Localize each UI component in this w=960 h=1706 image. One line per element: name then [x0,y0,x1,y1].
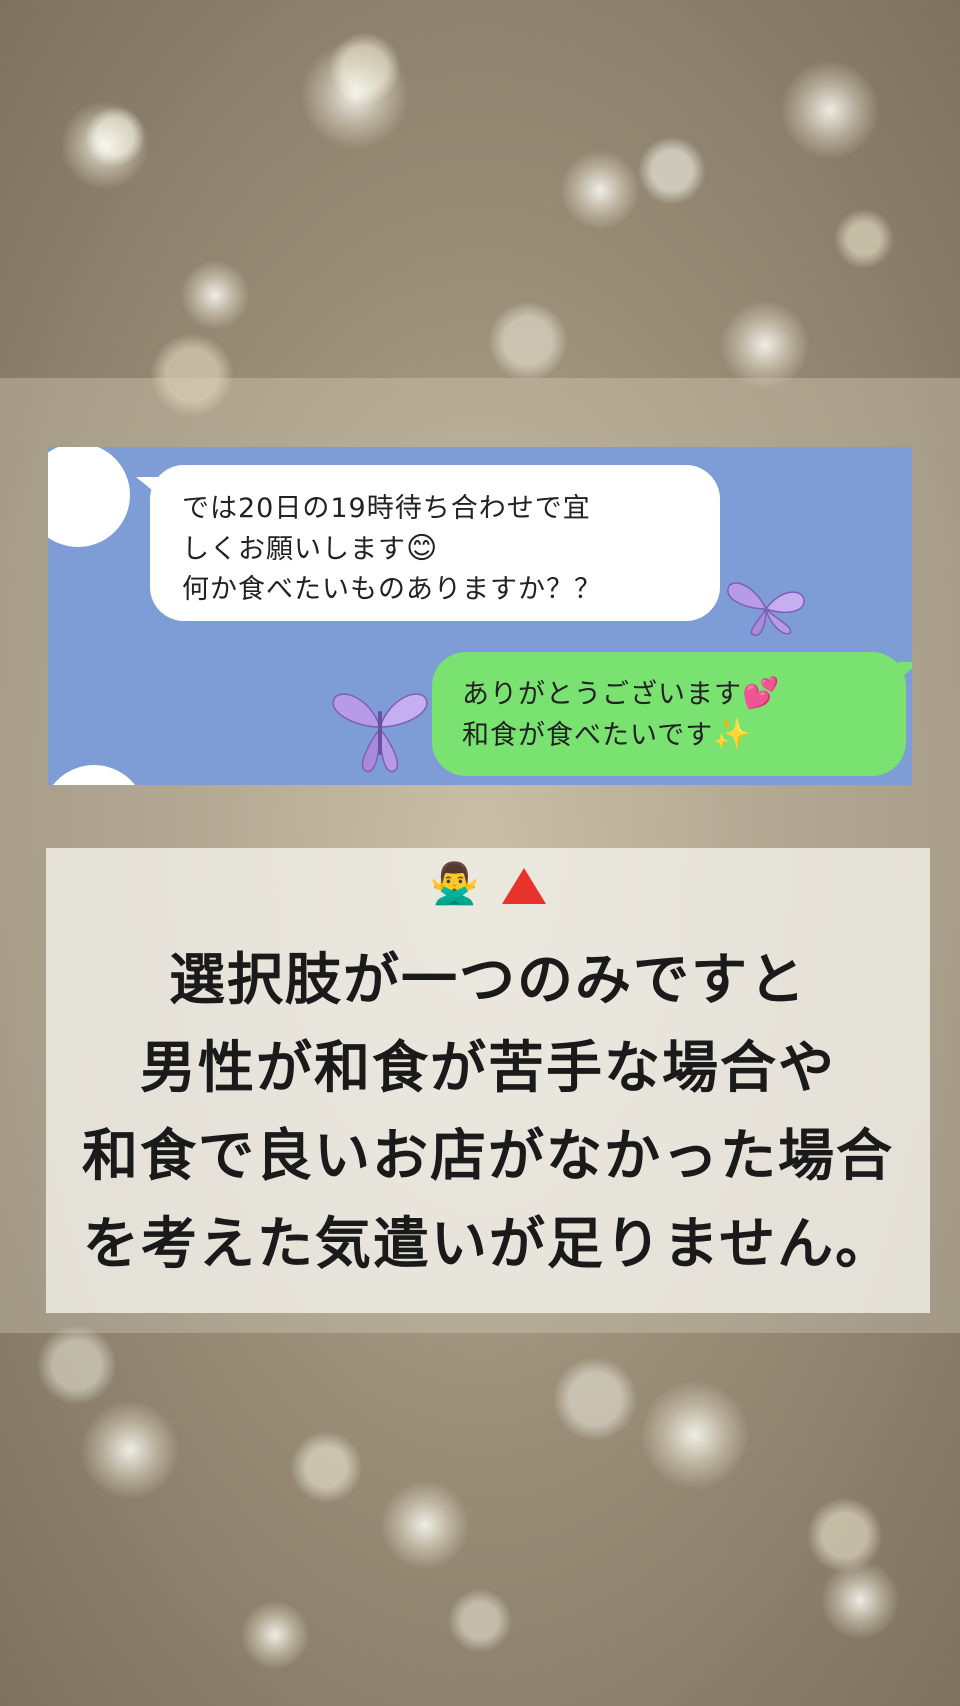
caption-icons: 🙅‍♂️ [46,860,930,907]
chat-avatar [48,447,130,547]
bokeh-light [380,1480,470,1570]
caption-text: 選択肢が一つのみですと 男性が和食が苦手な場合や 和食で良いお店がなかった場合 … [46,936,930,1288]
incoming-message-line: では20日の19時待ち合わせで宜 [182,493,591,524]
incoming-message-line: 何か食べたいものありますか？？ [182,574,602,605]
caption-line: 選択肢が一つのみですと [169,947,807,1013]
outgoing-message-line: ありがとうございます💕 [462,676,781,711]
bokeh-light [300,40,410,150]
caption-line: を考えた気遣いが足りません。 [82,1211,894,1277]
bokeh-light [60,100,150,190]
caption-line: 男性が和食が苦手な場合や [140,1035,836,1101]
smiling-face-icon: 😊 [406,531,439,566]
chat-avatar [48,765,146,785]
outgoing-message-bubble: ありがとうございます💕 和食が食べたいです✨ [432,652,912,776]
butterfly-icon [332,693,428,772]
bokeh-light [180,260,250,330]
bokeh-light [80,1400,180,1500]
bokeh-light [560,150,640,230]
butterfly-icon [727,582,805,636]
chat-screenshot: では20日の19時待ち合わせで宜 しくお願いします😊 何か食べたいものありますか… [48,447,912,785]
incoming-message-line: しくお願いします😊 [182,531,439,566]
sparkles-icon: ✨ [713,717,752,752]
bokeh-light [820,1560,900,1640]
caption-panel: 🙅‍♂️ 選択肢が一つのみですと 男性が和食が苦手な場合や 和食で良いお店がなか… [46,848,930,1313]
two-hearts-icon: 💕 [742,676,781,711]
bokeh-light [780,60,880,160]
bokeh-light [720,300,810,390]
outgoing-message-line: 和食が食べたいです✨ [462,717,752,752]
bokeh-light [640,1380,750,1490]
bokeh-light [240,1600,310,1670]
red-triangle-icon [502,868,547,904]
caption-line: 和食で良いお店がなかった場合 [82,1123,894,1189]
incoming-message-bubble: では20日の19時待ち合わせで宜 しくお願いします😊 何か食べたいものありますか… [136,465,720,621]
person-gesturing-no-icon: 🙅‍♂️ [429,861,480,907]
